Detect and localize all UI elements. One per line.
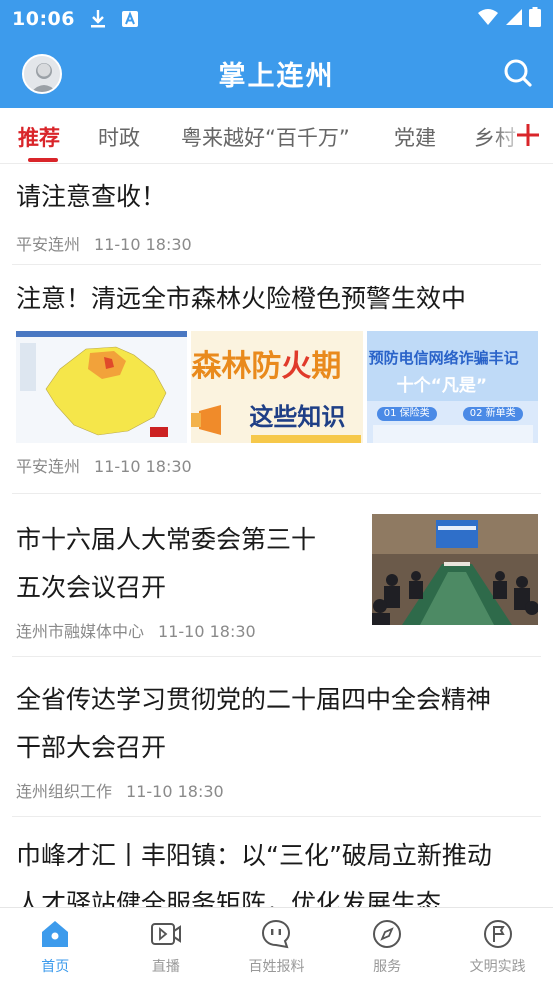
news-meta-row: 平安连州 11-10 18:30 [16,453,537,477]
news-title: 注意！清远全市森林火险橙色预警生效中 [16,284,467,313]
nav-civilization[interactable]: 文明实践 [442,908,553,984]
news-time: 11-10 18:30 [94,457,192,476]
channel-tabs: 推荐 时政 粤来越好“百千万” 党建 乡村 [0,108,553,164]
divider [12,656,541,657]
forest-fire-poster-thumbnail: 森林防火期 这些知识 [191,331,363,443]
tab-politics[interactable]: 时政 [98,122,140,152]
avatar[interactable] [22,54,62,94]
news-meta: 平安连州 11-10 18:30 [16,231,537,255]
news-thumbnails[interactable]: 森林防火期 这些知识 预防电信网络诈骗丰记 十个“凡是” 01 保险类 02 新… [16,331,538,443]
chat-icon [262,919,291,949]
news-title-line: 人才驿站健全服务矩阵，优化发展生态 [16,889,442,907]
news-title-line: 全省传达学习贯彻党的二十届四中全会精神 [16,685,492,714]
fire-risk-map-thumbnail [16,331,188,443]
divider [12,264,541,265]
status-time: 10:06 [12,8,75,30]
news-meta: 平安连州 11-10 18:30 [16,453,537,477]
nav-label: 文明实践 [469,959,526,975]
live-video-icon [150,923,181,945]
flag-icon [483,920,512,948]
home-icon [42,921,69,947]
news-title: 请注意查收！ [16,182,167,211]
app-header: 掌上连州 [0,38,553,108]
news-time: 11-10 18:30 [158,622,256,641]
download-icon [89,9,107,29]
anti-fraud-poster-thumbnail: 预防电信网络诈骗丰记 十个“凡是” 01 保险类 02 新单类 [366,331,538,443]
news-title-line: 市十六届人大常委会第三十 [16,525,317,554]
news-meta: 连州市融媒体中心 11-10 18:30 [16,618,353,642]
app-notification-icon [121,10,139,28]
divider [12,816,541,817]
poster-text: 预防电信网络诈骗丰记 [368,349,519,367]
divider [12,493,541,494]
poster-text: 01 保险类 [376,407,437,421]
add-channel-icon[interactable] [515,122,541,148]
page-title: 掌上连州 [218,60,335,92]
poster-text: 02 新单类 [462,407,523,421]
news-source: 平安连州 [16,235,81,254]
nav-live[interactable]: 直播 [111,908,222,984]
news-item[interactable]: 全省传达学习贯彻党的二十届四中全会精神 干部大会召开 连州组织工作 11-10 1… [16,676,537,802]
tab-recommend[interactable]: 推荐 [18,122,60,152]
news-source: 平安连州 [16,457,81,476]
poster-text: 这些知识 [249,403,346,431]
news-item[interactable]: 巾峰才汇丨丰阳镇：以“三化”破局立新推动 人才驿站健全服务矩阵，优化发展生态 [16,832,537,907]
nav-service[interactable]: 服务 [332,908,443,984]
news-feed: 请注意查收！ 平安连州 11-10 18:30 注意！清远全市森林火险橙色预警生效… [0,165,553,907]
nav-home[interactable]: 首页 [0,908,111,984]
active-tab-indicator [28,158,58,162]
nav-report[interactable]: 百姓报料 [221,908,332,984]
nav-label: 直播 [151,959,180,975]
poster-text: 森林防 [191,349,282,384]
tab-party-building[interactable]: 党建 [394,122,436,152]
wifi-icon [477,8,499,30]
news-item[interactable]: 注意！清远全市森林火险橙色预警生效中 [16,275,537,323]
news-item[interactable]: 市十六届人大常委会第三十 五次会议召开 连州市融媒体中心 11-10 18:30 [16,516,353,642]
tab-baiqianwan[interactable]: 粤来越好“百千万” [181,122,350,152]
poster-text: 期 [311,349,342,384]
nav-label: 百姓报料 [248,959,305,975]
search-icon[interactable] [503,58,533,88]
news-item[interactable]: 请注意查收！ 平安连州 11-10 18:30 [16,173,537,255]
news-meta: 连州组织工作 11-10 18:30 [16,778,537,802]
news-source: 连州市融媒体中心 [16,622,145,641]
signal-icon [505,8,523,30]
news-title-line: 干部大会召开 [16,733,167,762]
poster-text: 火 [281,349,312,384]
bottom-navigation: 首页 直播 百姓报料 服务 文明实践 [0,907,553,984]
poster-text: 十个“凡是” [396,376,488,396]
battery-icon [529,7,541,31]
news-time: 11-10 18:30 [126,782,224,801]
status-bar: 10:06 [0,0,553,38]
news-source: 连州组织工作 [16,782,113,801]
meeting-photo-thumbnail[interactable] [372,514,538,625]
news-title-line: 五次会议召开 [16,573,167,602]
compass-icon [373,920,402,948]
news-title-line: 巾峰才汇丨丰阳镇：以“三化”破局立新推动 [16,841,492,870]
news-time: 11-10 18:30 [94,235,192,254]
nav-label: 服务 [373,959,402,975]
nav-label: 首页 [41,959,70,975]
